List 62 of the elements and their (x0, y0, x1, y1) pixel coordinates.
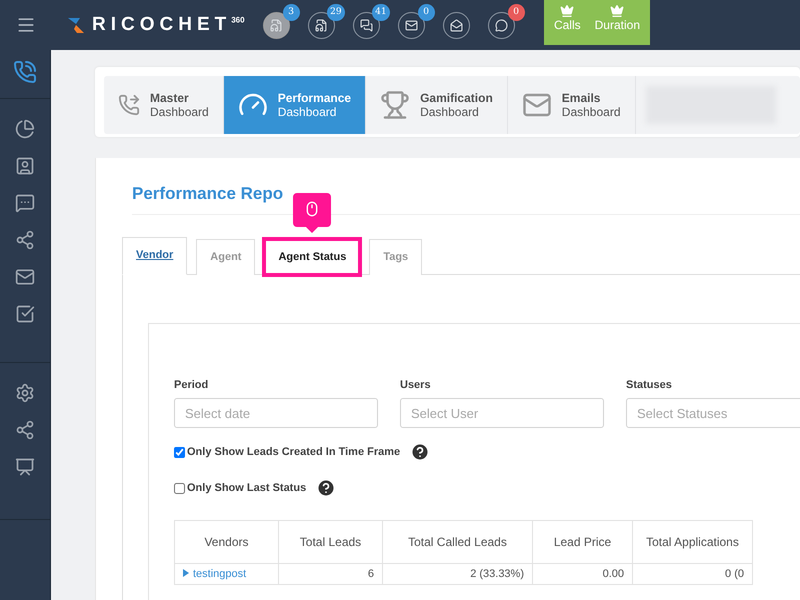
logo-text: RICOCHET$^{360}$ (92, 14, 245, 36)
notification-button[interactable] (262, 12, 290, 38)
checkbox-label: Only Show Leads Created In Time Frame (187, 446, 400, 458)
table-cell: 2 (33.33%) (382, 564, 532, 584)
message-icon[interactable] (15, 193, 35, 213)
help-icon[interactable] (410, 442, 430, 462)
table-cell: 6 (278, 564, 382, 584)
checkbox-label: Only Show Last Status (187, 482, 306, 494)
audio-file-icon (270, 18, 283, 32)
select-field[interactable]: Select Statuses (626, 398, 800, 428)
crown-icon (610, 4, 624, 18)
count-badge: 0 (508, 4, 525, 20)
checkbox[interactable] (174, 482, 185, 494)
expand-icon[interactable] (183, 569, 189, 577)
report-tab[interactable]: Tags (369, 239, 422, 275)
mouse-icon (304, 201, 320, 217)
column-header: Total Applications (632, 520, 752, 564)
crown-icon (560, 4, 574, 18)
column-header: Lead Price (532, 520, 632, 564)
trophy-icon (380, 90, 410, 120)
count-badge: 0 (418, 4, 435, 20)
dashboard-tab[interactable]: Emails Dashboard (508, 76, 636, 134)
help-icon[interactable] (316, 478, 336, 498)
pie-chart-icon[interactable] (15, 119, 35, 139)
monitor-chart-icon[interactable] (15, 457, 35, 477)
checked-square-icon[interactable] (15, 304, 35, 324)
chat-icon (360, 18, 373, 32)
dashboard-tab[interactable]: Gamification Dashboard (366, 76, 508, 134)
tooltip (293, 193, 332, 233)
share-icon[interactable] (15, 230, 35, 250)
audio-file-icon (314, 18, 328, 32)
count-badge: 41 (372, 4, 390, 20)
report-tab[interactable]: Agent (196, 239, 256, 275)
count-badge: 3 (282, 4, 300, 20)
checkbox[interactable] (174, 446, 185, 458)
column-header: Total Called Leads (382, 520, 532, 564)
report-tab[interactable]: Vendor (122, 237, 188, 275)
column-header: Total Leads (278, 520, 382, 564)
report-tab[interactable]: Agent Status (264, 239, 360, 275)
open-mail-icon (450, 18, 463, 32)
logo-icon (68, 16, 86, 34)
speech-bubble-icon (494, 18, 508, 32)
field-label: Statuses (626, 379, 673, 391)
mail-icon (404, 18, 418, 32)
select-field[interactable]: Select User (400, 398, 604, 428)
dashboard-tab[interactable]: Performance Dashboard (224, 76, 366, 134)
select-field[interactable]: Select date (174, 398, 378, 428)
phone-icon (118, 94, 140, 116)
share-icon[interactable] (15, 420, 35, 440)
field-label: Users (400, 379, 432, 391)
stat-button[interactable]: Duration (594, 0, 640, 45)
field-label: Period (174, 379, 210, 391)
mail-icon[interactable] (15, 267, 35, 287)
notification-button[interactable] (442, 12, 470, 38)
phone-icon[interactable] (13, 60, 37, 84)
stat-button[interactable]: Calls (554, 0, 581, 45)
settings-icon[interactable] (15, 383, 35, 403)
table-cell: 0.00 (532, 564, 632, 584)
count-badge: 29 (327, 4, 345, 20)
column-header: Vendors (174, 520, 278, 564)
table-cell: 0 (0 (632, 564, 752, 584)
contact-folder-icon[interactable] (15, 156, 35, 176)
